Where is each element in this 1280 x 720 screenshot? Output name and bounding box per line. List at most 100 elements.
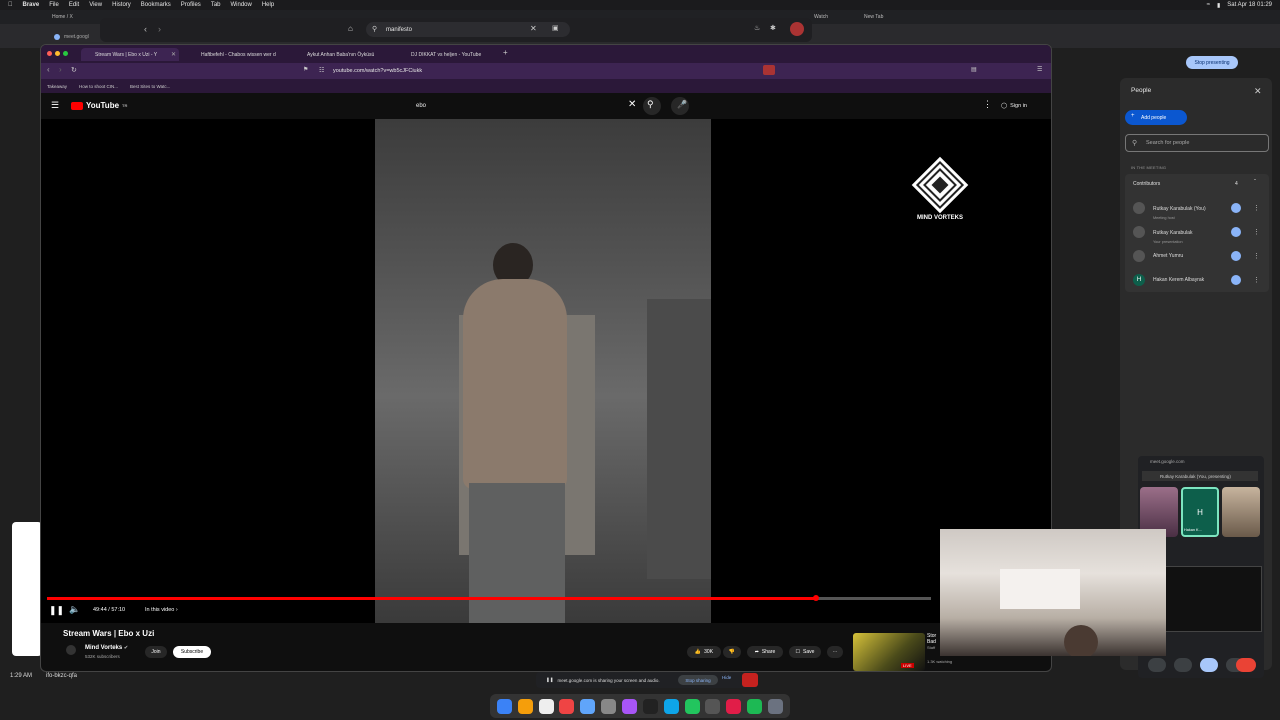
participant-tile[interactable]: [1222, 487, 1260, 537]
clear-icon[interactable]: ✕: [530, 24, 537, 33]
subscribe-button[interactable]: Subscribe: [173, 646, 211, 658]
tab-dj-dikkat[interactable]: DJ DIKKAT vs heljen - YouTube: [397, 48, 495, 61]
in-this-video-chapter[interactable]: In this video ›: [145, 607, 178, 613]
save-button[interactable]: ☐ Save: [789, 646, 821, 658]
minimize-window-icon[interactable]: [55, 51, 60, 56]
home-icon[interactable]: ⌂: [348, 24, 353, 33]
app-menu[interactable]: Brave: [23, 2, 40, 8]
tab-stream-wars[interactable]: Stream Wars | Ebo x Uzi - Y ✕: [81, 48, 179, 61]
camera-preview[interactable]: [940, 529, 1166, 656]
join-button[interactable]: Join: [145, 646, 167, 658]
bg-tab-watch[interactable]: Watch: [814, 14, 828, 20]
chevron-up-icon[interactable]: ˆ: [1254, 180, 1256, 186]
menu-window[interactable]: Window: [231, 2, 252, 8]
channel-avatar[interactable]: [66, 645, 76, 655]
menu-bookmarks[interactable]: Bookmarks: [141, 2, 171, 8]
profile-avatar[interactable]: [790, 22, 804, 36]
vpn-icon[interactable]: [705, 698, 721, 714]
bg-tab-new[interactable]: New Tab: [864, 14, 883, 20]
video-frame[interactable]: [375, 119, 711, 623]
site-info-icon[interactable]: ☷: [319, 67, 324, 74]
menu-view[interactable]: View: [89, 2, 102, 8]
like-button[interactable]: 👍 30K: [687, 646, 721, 658]
present-button[interactable]: [1200, 658, 1218, 672]
volume-icon[interactable]: 🔈: [69, 604, 80, 615]
safari-icon[interactable]: [580, 698, 596, 714]
stop-presenting-button[interactable]: Stop presenting: [1186, 56, 1238, 69]
bookmark-item[interactable]: How to shoot CIN...: [79, 84, 118, 89]
settings-icon[interactable]: [601, 698, 617, 714]
dislike-button[interactable]: 👎: [723, 646, 741, 658]
apple-icon[interactable]: : [8, 2, 13, 8]
more-options-icon[interactable]: ⋮: [1253, 276, 1260, 284]
search-people-input[interactable]: ⚲ Search for people: [1125, 134, 1269, 152]
back-icon[interactable]: ‹: [144, 24, 147, 34]
share-button[interactable]: ➦ Share: [747, 646, 783, 658]
forward-icon[interactable]: ›: [158, 24, 161, 34]
battery-icon[interactable]: ▮: [1217, 2, 1220, 9]
new-tab-icon[interactable]: +: [503, 48, 508, 57]
launchpad-icon[interactable]: [517, 698, 533, 714]
bg-tab-home[interactable]: Home / X: [52, 14, 73, 20]
camera-button[interactable]: [1174, 658, 1192, 672]
progress-scrubber[interactable]: [813, 595, 819, 601]
terminal-icon[interactable]: [642, 698, 658, 714]
zoom-icon[interactable]: [663, 698, 679, 714]
hide-share-bar-button[interactable]: Hide: [722, 675, 731, 680]
participant-row[interactable]: Ahmet Yumru ⋮: [1133, 247, 1263, 265]
chrome-icon[interactable]: [559, 698, 575, 714]
tab-search-icon[interactable]: ▣: [552, 24, 559, 32]
tab-haftbefehl[interactable]: Haftbefehl - Chabos wissen wer d: [187, 48, 283, 61]
more-options-icon[interactable]: ⋮: [983, 99, 992, 110]
bookmark-icon[interactable]: ⚑: [303, 66, 308, 73]
address-bar[interactable]: ☷ youtube.com/watch?v=wb5cJFCiukk: [311, 65, 771, 77]
menubar-clock[interactable]: Sat Apr 18 01:29: [1227, 2, 1272, 8]
participant-row[interactable]: H Hakan Kerem Albayrak ⋮: [1133, 271, 1263, 289]
recommended-video-title[interactable]: Stor Bad Staff: [927, 633, 936, 650]
hamburger-menu-icon[interactable]: ☰: [51, 100, 59, 111]
menu-history[interactable]: History: [112, 2, 131, 8]
reload-icon[interactable]: ↻: [71, 66, 77, 74]
back-icon[interactable]: ‹: [47, 65, 50, 74]
menu-tab[interactable]: Tab: [211, 2, 221, 8]
add-people-button[interactable]: + Add people: [1125, 110, 1187, 125]
wifi-icon[interactable]: ≈: [1207, 2, 1210, 8]
menu-help[interactable]: Help: [262, 2, 274, 8]
bookmark-item[interactable]: Takeaway: [47, 84, 67, 89]
menu-icon[interactable]: ☰: [1037, 66, 1042, 73]
whatsapp-icon[interactable]: [684, 698, 700, 714]
pause-icon[interactable]: ❚❚: [49, 605, 64, 616]
stop-sharing-button[interactable]: Stop sharing: [678, 675, 718, 685]
bookmark-item[interactable]: Best Sites to Watc...: [130, 84, 170, 89]
more-options-icon[interactable]: ⋮: [1253, 252, 1260, 260]
close-icon[interactable]: ✕: [1254, 86, 1262, 97]
extensions-icon[interactable]: ✱: [770, 24, 776, 32]
progress-remaining[interactable]: [816, 597, 931, 600]
participant-row[interactable]: Rutkay Karabulak Your presentation ⋮: [1133, 223, 1263, 244]
trash-icon[interactable]: [767, 698, 783, 714]
finder-icon[interactable]: [496, 698, 512, 714]
sidebar-icon[interactable]: ▤: [971, 66, 977, 73]
more-actions-button[interactable]: ⋯: [827, 646, 843, 658]
menu-file[interactable]: File: [49, 2, 59, 8]
menu-profiles[interactable]: Profiles: [181, 2, 201, 8]
twitch-icon[interactable]: [621, 698, 637, 714]
bell-icon[interactable]: ♨: [754, 24, 760, 32]
channel-name[interactable]: Mind Vorteks ✔: [85, 645, 128, 651]
menu-edit[interactable]: Edit: [69, 2, 79, 8]
recommended-video-thumbnail[interactable]: [853, 633, 925, 671]
end-call-button[interactable]: [1236, 658, 1256, 672]
youtube-logo[interactable]: YouTube TR: [71, 101, 127, 110]
participant-row[interactable]: Rutkay Karabulak (You) Meeting host ⋮: [1133, 199, 1263, 220]
more-options-icon[interactable]: ⋮: [1253, 204, 1260, 212]
close-tab-icon[interactable]: ✕: [171, 51, 176, 58]
more-options-icon[interactable]: ⋮: [1253, 228, 1260, 236]
forward-icon[interactable]: ›: [59, 65, 62, 74]
sign-in-button[interactable]: ◯ Sign in: [1001, 100, 1051, 112]
maximize-window-icon[interactable]: [63, 51, 68, 56]
youtube-search-input[interactable]: ebo: [413, 99, 639, 113]
calendar-icon[interactable]: [538, 698, 554, 714]
brave-icon[interactable]: [726, 698, 742, 714]
spotify-icon[interactable]: [747, 698, 763, 714]
progress-bar[interactable]: [47, 597, 816, 600]
